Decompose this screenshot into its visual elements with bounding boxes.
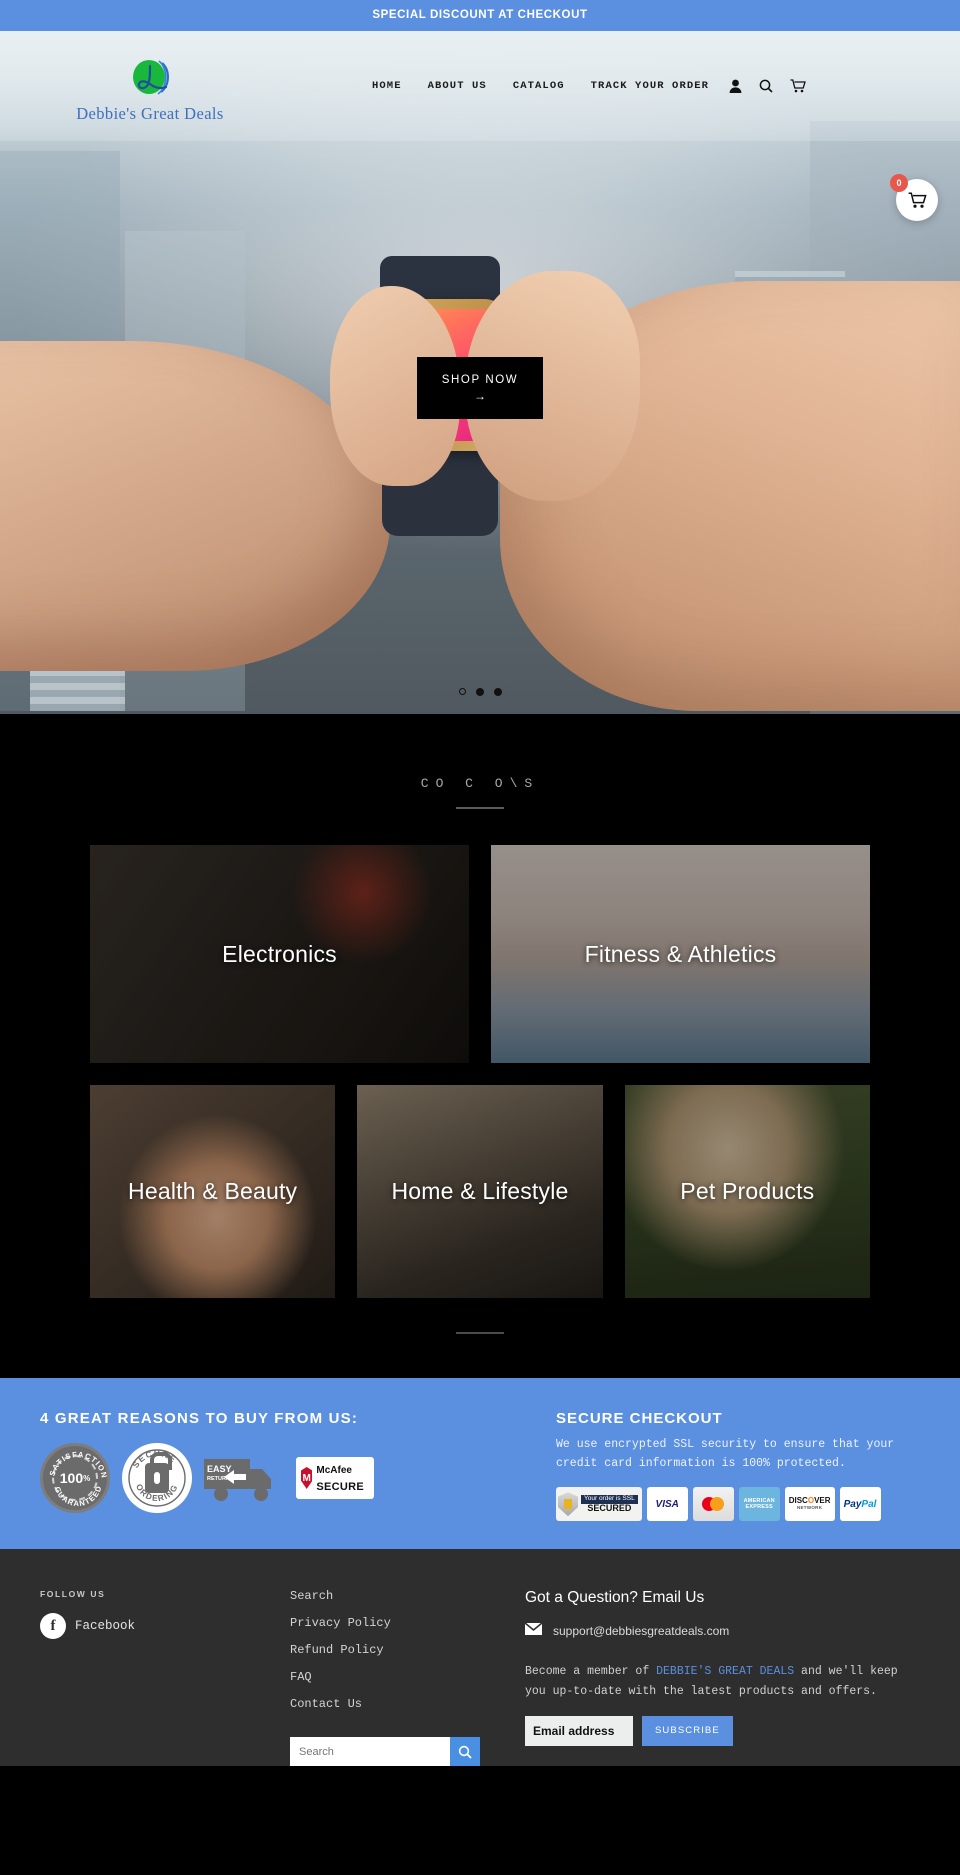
amex-icon: AMERICAN EXPRESS [738, 1487, 780, 1522]
logo[interactable]: Debbie's Great Deals [0, 48, 300, 124]
account-icon[interactable] [729, 79, 742, 93]
collection-tile-health-beauty[interactable]: Health & Beauty [90, 1085, 336, 1298]
tile-label: Home & Lifestyle [391, 1178, 569, 1204]
announcement-bar: SPECIAL DISCOUNT AT CHECKOUT [0, 0, 960, 31]
ssl-shield-icon [558, 1492, 578, 1517]
slider-dot-3[interactable] [493, 688, 502, 696]
slider-dot-1[interactable] [458, 688, 466, 695]
reasons-heading: 4 GREAT REASONS TO BUY FROM US: [40, 1410, 359, 1427]
secure-ordering-badge: SECURE ORDERING [122, 1443, 192, 1513]
mcafee-secure-badge: M McAfee SECURE [296, 1457, 374, 1499]
nav-item-home[interactable]: HOME [372, 80, 402, 92]
secure-checkout-heading: SECURE CHECKOUT [556, 1410, 723, 1427]
collections-grid: Electronics Fitness & Athletics Health &… [90, 845, 870, 1298]
search-icon[interactable] [759, 79, 773, 93]
nav-item-about-us[interactable]: ABOUT US [428, 80, 487, 92]
facebook-icon: f [40, 1613, 66, 1640]
trust-badges: SATISFACTION GUARANTEED 100% SECURE [40, 1443, 510, 1513]
footer-link-faq[interactable]: FAQ [290, 1670, 525, 1684]
email-row[interactable]: support@debbiesgreatdeals.com [524, 1622, 920, 1640]
footer-contact-column: Got a Question? Email Us support@debbies… [524, 1589, 920, 1766]
nav-item-catalog[interactable]: CATALOG [513, 80, 565, 92]
main-nav: HOME ABOUT US CATALOG TRACK YOUR ORDER [372, 80, 709, 92]
collection-tile-fitness-athletics[interactable]: Fitness & Athletics [491, 845, 870, 1063]
follow-us-label: FOLLOW US [40, 1589, 106, 1600]
collections-section: CO C O\S Electronics Fitness & Athletics… [0, 714, 960, 1378]
site-footer: FOLLOW US f Facebook Search Privacy Poli… [0, 1549, 960, 1767]
discover-icon: DISCOVER NETWORK [784, 1487, 835, 1522]
secure-checkout-column: SECURE CHECKOUT We use encrypted SSL sec… [556, 1410, 920, 1522]
tile-label: Electronics [222, 940, 337, 967]
svg-text:RETURNS: RETURNS [207, 1476, 234, 1482]
collections-row-2: Health & Beauty Home & Lifestyle Pet Pro… [90, 1085, 870, 1298]
arrow-right-icon: → [474, 389, 486, 403]
footer-links-column: Search Privacy Policy Refund Policy FAQ … [290, 1589, 525, 1767]
site-header: Debbie's Great Deals HOME ABOUT US CATAL… [0, 31, 960, 141]
easy-returns-badge: EASY RETURNS [204, 1451, 284, 1505]
mcafee-line-2: SECURE [316, 1481, 365, 1493]
facebook-label: Facebook [75, 1619, 136, 1634]
badge-arc-bottom: GUARANTEED [53, 1484, 103, 1508]
ssl-bottom-text: SECURED [587, 1502, 632, 1513]
support-email: support@debbiesgreatdeals.com [553, 1624, 730, 1639]
footer-link-contact-us[interactable]: Contact Us [290, 1697, 525, 1711]
envelope-icon [524, 1622, 543, 1640]
cart-icon[interactable] [790, 79, 806, 93]
footer-search-form [290, 1737, 480, 1767]
svg-text:EASY: EASY [207, 1464, 232, 1474]
subscribe-button[interactable]: SUBSCRIBE [642, 1715, 733, 1746]
svg-text:SATISFACTION: SATISFACTION [48, 1450, 109, 1480]
lock-icon [145, 1452, 172, 1493]
contact-heading: Got a Question? Email Us [525, 1589, 705, 1607]
footer-search-input[interactable] [290, 1737, 450, 1767]
footer-social-column: FOLLOW US f Facebook [40, 1589, 290, 1766]
newsletter-brand: DEBBIE'S GREAT DEALS [656, 1665, 795, 1679]
heading-divider [456, 807, 504, 809]
cart-count-badge: 0 [890, 174, 908, 192]
svg-text:GUARANTEED: GUARANTEED [53, 1484, 104, 1508]
brand-name: Debbie's Great Deals [76, 104, 224, 123]
discover-line-2: NETWORK [796, 1505, 823, 1511]
footer-link-search[interactable]: Search [290, 1589, 525, 1603]
amex-line-2: EXPRESS [745, 1504, 773, 1511]
mastercard-icon [692, 1487, 734, 1522]
ssl-secured-badge: Your order is SSL SECURED [556, 1487, 642, 1522]
nav-item-track-your-order[interactable]: TRACK YOUR ORDER [591, 80, 709, 92]
footer-link-privacy-policy[interactable]: Privacy Policy [290, 1616, 525, 1630]
hero-slider[interactable]: SHOP NOW → Debbie's Great Deals HOME ABO… [0, 31, 960, 714]
collections-row-1: Electronics Fitness & Athletics [90, 845, 870, 1063]
secure-checkout-text: We use encrypted SSL security to ensure … [556, 1438, 895, 1470]
tile-label: Fitness & Athletics [584, 940, 777, 967]
collection-tile-pet-products[interactable]: Pet Products [624, 1085, 870, 1298]
footer-search-button[interactable] [450, 1737, 480, 1767]
section-divider [456, 1332, 504, 1334]
paypal-icon: Pay Pal [839, 1487, 881, 1522]
newsletter-pre: Become a member of [525, 1665, 657, 1679]
payment-icons: Your order is SSL SECURED VISA AMERICAN … [556, 1487, 920, 1522]
badge-arc-top: SATISFACTION [48, 1450, 108, 1480]
collection-tile-electronics[interactable]: Electronics [90, 845, 469, 1063]
newsletter-form: SUBSCRIBE [525, 1715, 920, 1746]
newsletter-text: Become a member of DEBBIE'S GREAT DEALS … [525, 1662, 920, 1702]
trust-section: 4 GREAT REASONS TO BUY FROM US: SATISFAC… [0, 1378, 960, 1550]
reasons-column: 4 GREAT REASONS TO BUY FROM US: SATISFAC… [40, 1410, 510, 1521]
header-icons [729, 79, 806, 93]
tile-label: Pet Products [680, 1178, 815, 1204]
shop-now-button[interactable]: SHOP NOW → [417, 357, 543, 419]
shop-now-label: SHOP NOW [441, 374, 519, 386]
social-link-facebook[interactable]: f Facebook [40, 1613, 290, 1640]
slider-dot-2[interactable] [475, 688, 484, 696]
slider-dots [0, 688, 960, 696]
visa-icon: VISA [646, 1487, 688, 1522]
collections-heading: CO C O\S [420, 776, 540, 791]
tile-label: Health & Beauty [128, 1178, 298, 1204]
mcafee-shield-icon: M [301, 1467, 313, 1489]
email-address-input[interactable] [525, 1715, 633, 1746]
mcafee-line-1: McAfee [316, 1465, 352, 1477]
satisfaction-guaranteed-badge: SATISFACTION GUARANTEED 100% [40, 1443, 110, 1513]
logo-icon [128, 58, 172, 100]
footer-link-refund-policy[interactable]: Refund Policy [290, 1643, 525, 1657]
collection-tile-home-lifestyle[interactable]: Home & Lifestyle [357, 1085, 603, 1298]
